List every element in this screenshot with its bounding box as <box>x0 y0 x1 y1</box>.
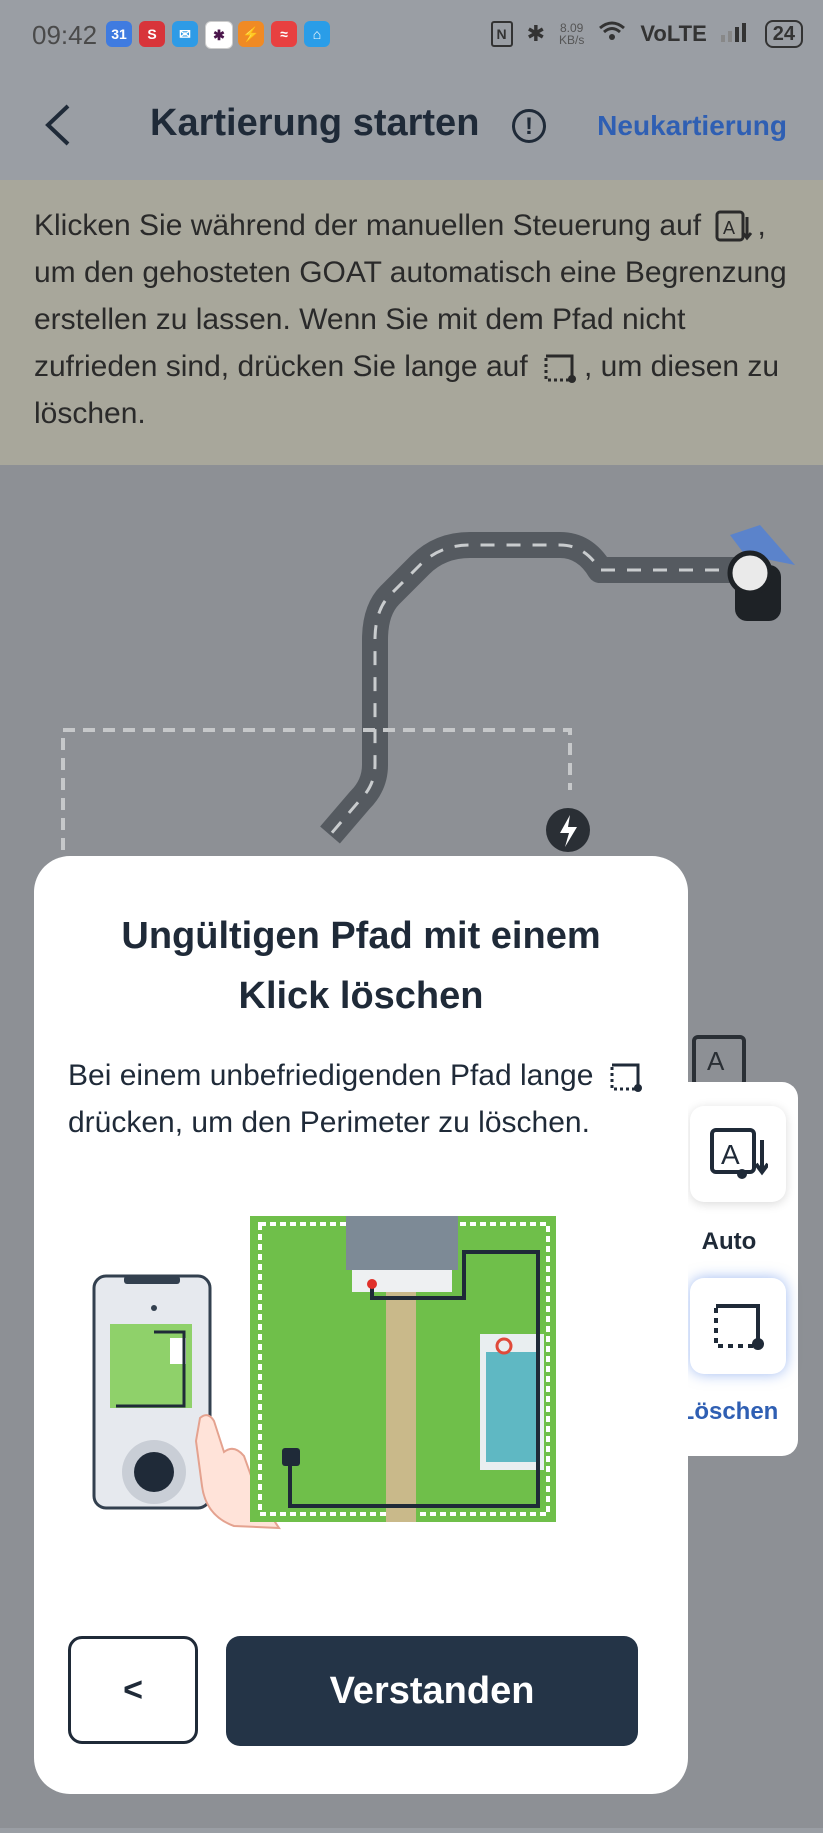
dialog-body: Bei einem unbefriedigenden Pfad lange dr… <box>68 1052 658 1146</box>
status-time: 09:42 <box>32 20 98 50</box>
confirm-button[interactable]: Verstanden <box>226 1636 638 1746</box>
calendar-icon: 31 <box>106 21 132 47</box>
wifi-icon <box>598 20 626 48</box>
delete-path-icon <box>714 1304 764 1350</box>
bluetooth-icon: ✱ <box>526 21 545 46</box>
remap-button[interactable]: Neukartierung <box>597 110 787 142</box>
instruction-illustration <box>92 1216 556 1530</box>
previous-button[interactable]: < <box>68 1636 198 1744</box>
nfc-icon: N <box>490 21 513 47</box>
dashed-boundary <box>61 728 572 850</box>
delete-path-icon <box>606 1059 646 1095</box>
instruction-text: Klicken Sie während der manuellen Steuer… <box>34 209 787 430</box>
home-app-icon: ⌂ <box>304 21 330 47</box>
battery-indicator: 24 <box>764 20 803 48</box>
mail-icon: ✉ <box>172 21 198 47</box>
status-right-group: N ✱ 8.09 KB/s VoLTE 24 <box>490 20 803 48</box>
app-orange-icon: ⚡ <box>238 21 264 47</box>
auto-button-shadow-icon: A <box>692 1035 746 1087</box>
info-icon[interactable]: ! <box>512 109 546 143</box>
status-bar: 09:42 31 S ✉ ✱ ⚡ ≈ ⌂ N ✱ 8.09 KB/s VoLTE 24 <box>0 0 823 72</box>
delete-path-button[interactable] <box>690 1278 786 1374</box>
net-speed: 8.09 KB/s <box>559 21 585 47</box>
signal-icon <box>720 20 751 48</box>
svg-text:A: A <box>723 218 735 238</box>
auto-boundary-icon: A <box>710 1128 768 1179</box>
s-app-icon: S <box>139 21 165 47</box>
auto-boundary-icon: A <box>713 209 753 245</box>
back-button[interactable] <box>40 102 74 148</box>
help-dialog: Ungültigen Pfad mit einem Klick löschen … <box>34 856 688 1794</box>
pool-illustration <box>486 1352 538 1462</box>
network-type: VoLTE <box>640 21 707 46</box>
mower-icon <box>727 550 781 621</box>
chevron-left-icon <box>45 104 70 146</box>
auto-boundary-button[interactable]: A <box>690 1106 786 1202</box>
page-title: Kartierung starten <box>150 102 480 144</box>
house-illustration <box>346 1216 458 1270</box>
app-header: Kartierung starten ! Neukartierung <box>0 72 823 180</box>
mower-path <box>320 532 745 844</box>
slack-icon: ✱ <box>205 21 233 49</box>
mower-illustration <box>282 1448 300 1466</box>
walkway <box>386 1292 416 1522</box>
svg-text:A: A <box>707 1046 725 1076</box>
svg-text:A: A <box>721 1139 740 1170</box>
app-red-icon: ≈ <box>271 21 297 47</box>
dialog-title: Ungültigen Pfad mit einem Klick löschen <box>121 915 601 1017</box>
instruction-banner: Klicken Sie während der manuellen Steuer… <box>0 180 823 465</box>
delete-path-icon <box>540 350 580 386</box>
